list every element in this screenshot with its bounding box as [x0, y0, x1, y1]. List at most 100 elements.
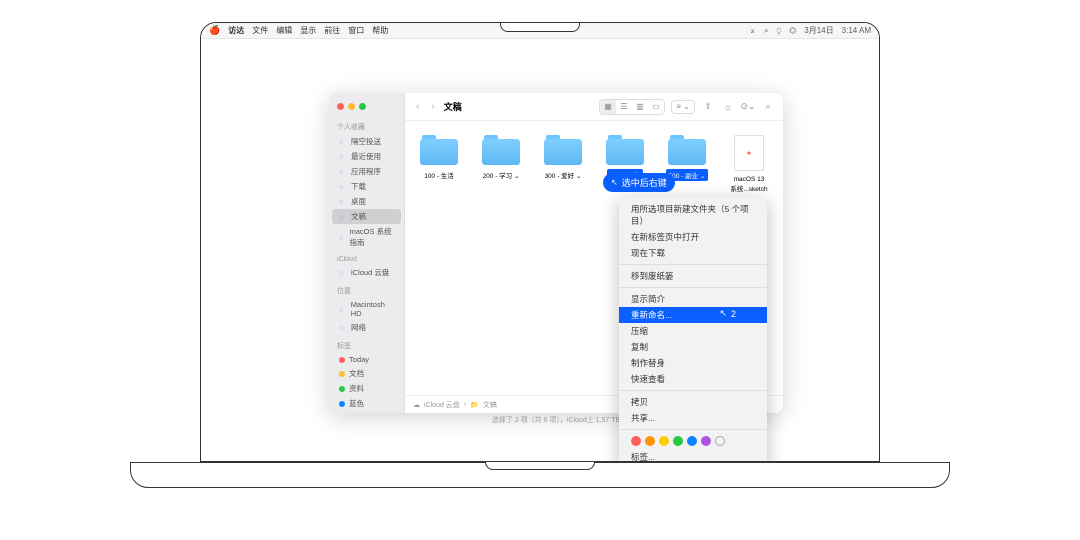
- window-title: 文稿: [444, 100, 462, 113]
- menubar-item-window[interactable]: 窗口: [348, 25, 364, 36]
- cursor-icon: ↖: [611, 178, 618, 187]
- back-button[interactable]: ‹: [413, 101, 422, 112]
- sketch-file-icon: ●: [734, 135, 764, 171]
- sidebar-item[interactable]: ◌最近使用: [329, 149, 404, 164]
- sidebar-item[interactable]: ◌ Macintosh HD: [329, 298, 404, 320]
- download-icon: ◌: [339, 182, 347, 191]
- forward-button[interactable]: ›: [428, 101, 437, 112]
- file-label: macOS 13 系统...sketch: [727, 175, 771, 194]
- apple-menu-icon[interactable]: 🍎: [209, 25, 220, 36]
- sidebar-item[interactable]: ◌macOS 系统指南: [329, 224, 404, 250]
- sidebar-item[interactable]: ◌桌面: [329, 194, 404, 209]
- sidebar-item-label: Macintosh HD: [351, 300, 396, 318]
- menubar-item-file[interactable]: 文件: [252, 25, 268, 36]
- context-menu-item[interactable]: 共享...: [619, 410, 767, 426]
- sidebar-item[interactable]: ◌ 应用程序: [329, 164, 404, 179]
- sidebar-section-header: 个人收藏: [329, 120, 404, 134]
- user-icon[interactable]: ⍜: [776, 26, 781, 36]
- sidebar-item-label: Today: [349, 355, 369, 364]
- context-menu-item-label: 标签...: [631, 451, 655, 462]
- action-dropdown[interactable]: ⊙⌄: [741, 100, 755, 114]
- sidebar-item[interactable]: 蓝色: [329, 396, 404, 411]
- sidebar-item[interactable]: ◌iCloud 云盘: [329, 265, 404, 280]
- context-menu-item[interactable]: 重新命名...↖2: [619, 307, 767, 323]
- zoom-button[interactable]: [359, 103, 366, 110]
- sidebar-item-label: 网络: [351, 322, 366, 333]
- menubar-item-view[interactable]: 显示: [300, 25, 316, 36]
- sidebar-item[interactable]: 资料: [329, 381, 404, 396]
- sidebar-item[interactable]: ◌网络: [329, 320, 404, 335]
- annotation-bubble-2-text: 2: [731, 309, 736, 319]
- icon-view-button[interactable]: ▦: [600, 100, 616, 114]
- sidebar-item-label: 文稿: [351, 211, 366, 222]
- laptop-trackpad-cut: [485, 462, 595, 470]
- sidebar-item[interactable]: ◌文稿: [332, 209, 401, 224]
- gallery-view-button[interactable]: ▭: [648, 100, 664, 114]
- tag-color-dot[interactable]: [715, 436, 725, 446]
- sidebar-item[interactable]: 紫色: [329, 411, 404, 413]
- sidebar-item-label: 桌面: [351, 196, 366, 207]
- book-icon: ◌: [339, 233, 346, 242]
- tag-color-dot[interactable]: [673, 436, 683, 446]
- folder-item[interactable]: 100 - 生活: [417, 135, 461, 181]
- folder-label: 300 - 爱好 ⌄: [542, 169, 585, 181]
- context-menu-tags-row: [619, 433, 767, 449]
- list-view-button[interactable]: ☰: [616, 100, 632, 114]
- context-menu-separator: [619, 429, 767, 430]
- control-center-icon[interactable]: ⌬: [789, 26, 796, 35]
- sidebar-item[interactable]: ◌下载: [329, 179, 404, 194]
- menubar-app-name[interactable]: 访达: [228, 25, 244, 36]
- sidebar-item[interactable]: 文档: [329, 366, 404, 381]
- disk-icon: ◌: [339, 305, 347, 314]
- tag-color-dot[interactable]: [645, 436, 655, 446]
- close-button[interactable]: [337, 103, 344, 110]
- laptop-screen: 🍎 访达 文件 编辑 显示 前往 窗口 帮助 ⌅ ⌕ ⍜ ⌬ 3月14日 3:1…: [200, 22, 880, 462]
- menubar-item-go[interactable]: 前往: [324, 25, 340, 36]
- menubar-item-help[interactable]: 帮助: [372, 25, 388, 36]
- column-view-button[interactable]: ▥: [632, 100, 648, 114]
- tag-color-dot[interactable]: [659, 436, 669, 446]
- folder-icon: [668, 135, 706, 165]
- folder-item[interactable]: 200 - 学习 ⌄: [479, 135, 523, 181]
- share-button[interactable]: ⇪: [701, 100, 715, 114]
- context-menu-item[interactable]: 复制: [619, 339, 767, 355]
- group-dropdown[interactable]: ≡ ⌄: [671, 100, 695, 114]
- context-menu-item[interactable]: 移到废纸篓: [619, 268, 767, 284]
- context-menu-item[interactable]: 制作替身: [619, 355, 767, 371]
- context-menu-item[interactable]: 用所选项目新建文件夹（5 个项目）: [619, 201, 767, 229]
- sidebar-section-header: 标签: [329, 339, 404, 353]
- menubar-date[interactable]: 3月14日: [804, 25, 833, 36]
- sidebar-item[interactable]: ◌隔空投送: [329, 134, 404, 149]
- path-segment[interactable]: iCloud 云盘: [424, 400, 460, 410]
- folder-icon: ☁: [413, 401, 420, 409]
- sidebar-item[interactable]: Today: [329, 353, 404, 366]
- context-menu-item[interactable]: 现在下载: [619, 245, 767, 261]
- context-menu-item-label: 用所选项目新建文件夹（5 个项目）: [631, 203, 755, 227]
- context-menu-item[interactable]: 在新标签页中打开: [619, 229, 767, 245]
- sidebar-section-header: iCloud: [329, 254, 404, 265]
- context-menu-item[interactable]: 显示简介: [619, 291, 767, 307]
- context-menu-item[interactable]: 标签...: [619, 449, 767, 462]
- context-menu-item[interactable]: 快速查看: [619, 371, 767, 387]
- tag-color-dot[interactable]: [687, 436, 697, 446]
- sidebar-item-label: 应用程序: [351, 166, 381, 177]
- search-button[interactable]: ⌕: [761, 100, 775, 114]
- folder-icon: [606, 135, 644, 165]
- tag-color-dot[interactable]: [631, 436, 641, 446]
- minimize-button[interactable]: [348, 103, 355, 110]
- tag-color-dot[interactable]: [701, 436, 711, 446]
- context-menu-item[interactable]: 压缩: [619, 323, 767, 339]
- menubar-time[interactable]: 3:14 AM: [842, 26, 871, 35]
- tag-button[interactable]: ⌂: [721, 100, 735, 114]
- wifi-icon[interactable]: ⌅: [749, 26, 756, 35]
- file-item[interactable]: ● macOS 13 系统...sketch: [727, 135, 771, 194]
- tag-dot-icon: [339, 401, 345, 407]
- spotlight-icon[interactable]: ⌕: [764, 26, 768, 36]
- path-segment[interactable]: 文稿: [483, 400, 497, 410]
- apps-icon: ◌: [339, 167, 347, 176]
- folder-item[interactable]: 300 - 爱好 ⌄: [541, 135, 585, 181]
- sidebar-item-label: 最近使用: [351, 151, 381, 162]
- folder-item[interactable]: 500 - 副业 ⌄: [665, 135, 709, 181]
- context-menu-item[interactable]: 拷贝: [619, 394, 767, 410]
- menubar-item-edit[interactable]: 编辑: [276, 25, 292, 36]
